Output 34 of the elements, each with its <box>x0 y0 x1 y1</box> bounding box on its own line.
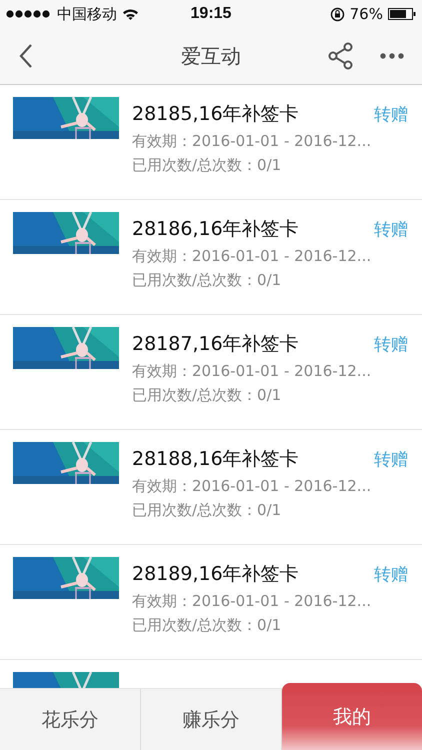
tab[interactable]: 赚乐分 <box>141 688 282 750</box>
wifi-icon <box>122 8 139 20</box>
card-title: 28187,16年补签卡 <box>132 332 299 357</box>
status-time: 19:15 <box>190 5 232 23</box>
card-title: 28185,16年补签卡 <box>132 102 299 127</box>
transfer-link[interactable]: 转赠 <box>374 332 408 356</box>
usage-text: 已用次数/总次数：0/1 <box>132 156 282 175</box>
signal-icon <box>6 10 52 18</box>
share-icon[interactable] <box>328 42 354 70</box>
transfer-link[interactable]: 转赠 <box>374 102 408 126</box>
usage-text: 已用次数/总次数：0/1 <box>132 501 282 520</box>
card-title: 28188,16年补签卡 <box>132 447 299 472</box>
carrier-name: 中国移动 <box>57 4 117 24</box>
more-icon[interactable] <box>380 53 404 59</box>
rotation-lock-icon <box>330 6 345 22</box>
usage-text: 已用次数/总次数：0/1 <box>132 271 282 290</box>
validity-text: 有效期：2016-01-01 - 2016-12... <box>132 132 372 151</box>
usage-text: 已用次数/总次数：0/1 <box>132 616 282 635</box>
validity-text: 有效期：2016-01-01 - 2016-12... <box>132 362 372 381</box>
back-icon[interactable] <box>19 43 33 69</box>
validity-text: 有效期：2016-01-01 - 2016-12... <box>132 247 372 266</box>
battery-icon <box>388 8 416 20</box>
usage-text: 已用次数/总次数：0/1 <box>132 386 282 405</box>
validity-text: 有效期：2016-01-01 - 2016-12... <box>132 477 372 496</box>
transfer-link[interactable]: 转赠 <box>374 448 408 470</box>
transfer-link[interactable]: 转赠 <box>374 562 408 586</box>
transfer-link[interactable]: 转赠 <box>374 218 408 240</box>
tab[interactable]: 花乐分 <box>0 688 141 750</box>
card-title: 28189,16年补签卡 <box>132 562 299 587</box>
page-title: 爱互动 <box>181 42 241 70</box>
card-title: 28186,16年补签卡 <box>132 217 299 242</box>
tab[interactable]: 我的 <box>282 683 422 750</box>
battery-percent: 76% <box>350 5 383 23</box>
validity-text: 有效期：2016-01-01 - 2016-12... <box>132 592 372 611</box>
